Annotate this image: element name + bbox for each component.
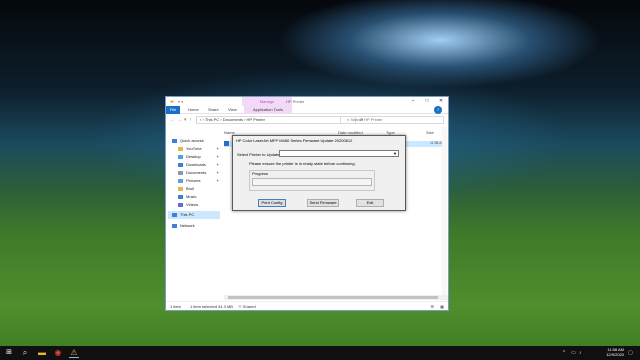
column-header-size[interactable]: Size	[426, 130, 434, 135]
exit-button[interactable]: Exit	[356, 199, 384, 207]
forward-arrow-icon[interactable]: →	[177, 116, 182, 124]
search-input[interactable]: ⌕ Search HP Printer	[340, 116, 444, 124]
close-button[interactable]: ✕	[434, 97, 448, 106]
nav-item-music[interactable]: Music	[178, 193, 196, 201]
ready-state-note: Please ensure the printer is in ready st…	[249, 161, 356, 166]
dialog-title: HP Color LaserJet MFP M480 Series Firmwa…	[236, 138, 353, 143]
window-title: HP Printer	[286, 99, 305, 104]
clock[interactable]: 11:58 AM 12/9/2020	[594, 347, 624, 357]
recent-chevron-icon[interactable]: ▾	[184, 116, 187, 124]
status-shared: Shared	[242, 304, 256, 309]
notifications-icon[interactable]: ▢	[628, 350, 633, 356]
progress-label: Progress	[251, 171, 270, 176]
nav-item-videos[interactable]: Videos	[178, 201, 198, 209]
breadcrumb-documents[interactable]: Documents	[223, 117, 243, 122]
breadcrumb-hp-printer[interactable]: HP Printer	[247, 117, 265, 122]
show-hidden-icons-chevron-icon[interactable]: ^	[563, 350, 565, 356]
nav-item-network[interactable]: Network	[172, 222, 195, 230]
videos-icon	[178, 202, 183, 207]
nav-item-quick-access[interactable]: Quick access	[172, 137, 204, 145]
download-icon	[178, 162, 183, 167]
taskbar: ⊞ ⌕ ▬ ◉ ⚠ ^ ▭ ♪ 11:58 AM 12/9/2020 ▢	[0, 346, 640, 360]
volume-icon[interactable]: ♪	[579, 350, 582, 356]
details-view-icon[interactable]: ☰	[430, 302, 434, 311]
breadcrumb-this-pc[interactable]: This PC	[205, 117, 219, 122]
mouse-cursor-icon	[283, 151, 286, 156]
status-selected: 1 item selected 34.3 MB	[190, 304, 233, 309]
pc-icon	[172, 212, 177, 217]
pin-icon: ✦	[216, 162, 220, 167]
nav-item-this-pc[interactable]: This PC	[168, 211, 220, 219]
up-arrow-icon[interactable]: ↑	[189, 116, 192, 124]
folder-icon	[178, 154, 183, 159]
navigation-pane: Quick access YouTube ✦ Desktop ✦ Downloads…	[166, 127, 222, 297]
shared-icon: ⚇	[238, 304, 242, 309]
documents-icon	[178, 170, 183, 175]
start-windows-icon[interactable]: ⊞	[4, 348, 14, 358]
pin-icon: ✦	[216, 178, 220, 183]
address-bar-row: ← → ▾ ↑ ▪ › This PC › Documents › HP Pri…	[170, 116, 444, 124]
pin-icon: ✦	[216, 146, 220, 151]
nav-item-youtube[interactable]: YouTube ✦	[178, 145, 219, 153]
file-explorer-icon[interactable]: ▬	[37, 348, 47, 358]
status-item-count: 1 item	[170, 304, 181, 309]
warning-app-icon[interactable]: ⚠	[69, 348, 79, 358]
folder-icon	[178, 146, 183, 151]
tab-view[interactable]: View	[228, 106, 237, 114]
minimize-button[interactable]: –	[406, 97, 420, 106]
horizontal-scrollbar[interactable]	[224, 295, 448, 300]
star-icon	[172, 138, 177, 143]
firmware-update-dialog: HP Color LaserJet MFP M480 Series Firmwa…	[232, 135, 406, 211]
pin-icon: ✦	[216, 170, 220, 175]
select-printer-label: Select Printer to Update:	[237, 152, 281, 157]
music-icon	[178, 194, 183, 199]
pin-icon: ✦	[216, 154, 220, 159]
tab-file[interactable]: File	[166, 106, 180, 114]
tab-share[interactable]: Share	[208, 106, 219, 114]
chevron-down-icon[interactable]: ▼	[393, 151, 397, 157]
pictures-icon	[178, 178, 183, 183]
pc-icon: ▪	[200, 117, 202, 122]
search-icon[interactable]: ⌕	[20, 348, 30, 358]
printer-select[interactable]: ▼	[279, 150, 399, 157]
send-firmware-button[interactable]: Send Firmware	[307, 199, 339, 207]
status-bar: 1 item 1 item selected 34.3 MB ⚇ Shared …	[166, 301, 448, 310]
folder-icon	[178, 186, 183, 191]
address-bar[interactable]: ▪ › This PC › Documents › HP Printer	[196, 116, 356, 124]
search-placeholder: Search HP Printer	[350, 117, 383, 122]
progress-bar	[252, 178, 372, 186]
nav-item-pictures[interactable]: Pictures ✦	[178, 177, 219, 185]
nav-item-downloads[interactable]: Downloads ✦	[178, 161, 219, 169]
manage-tab[interactable]: Manage	[242, 97, 292, 106]
tab-home[interactable]: Home	[188, 106, 199, 114]
nav-item-broll[interactable]: Broll	[178, 185, 194, 193]
clock-date: 12/9/2020	[606, 352, 624, 357]
tab-application-tools[interactable]: Application Tools	[244, 106, 292, 114]
chrome-icon[interactable]: ◉	[53, 348, 63, 358]
quick-access-toolbar[interactable]: ▾ ▾	[178, 99, 183, 104]
network-icon[interactable]: ▭	[571, 350, 576, 356]
print-config-button[interactable]: Print Config	[258, 199, 286, 207]
application-icon	[224, 141, 229, 146]
network-icon	[172, 223, 177, 228]
maximize-button[interactable]: □	[420, 97, 434, 106]
large-icons-view-icon[interactable]: ▦	[440, 302, 444, 311]
nav-item-documents[interactable]: Documents ✦	[178, 169, 219, 177]
folder-icon: ▰	[170, 99, 174, 105]
scrollbar-thumb[interactable]	[228, 296, 438, 299]
back-arrow-icon[interactable]: ←	[170, 116, 175, 124]
help-icon[interactable]: ?	[434, 106, 442, 114]
nav-item-desktop[interactable]: Desktop ✦	[178, 153, 219, 161]
vertical-scrollbar[interactable]	[442, 127, 447, 295]
